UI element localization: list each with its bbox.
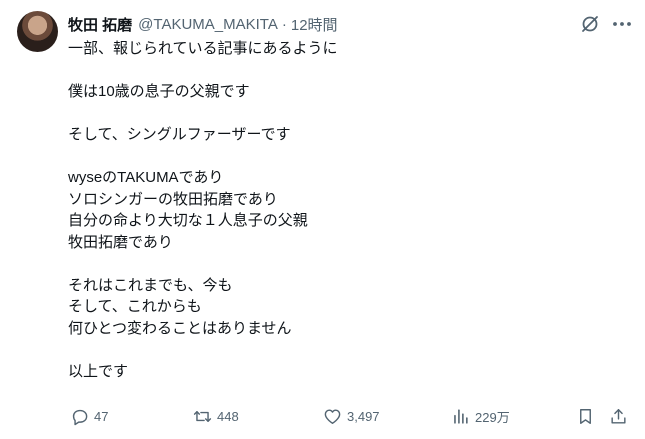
author-handle[interactable]: @TAKUMA_MAKITA [138,16,278,33]
bookmark-button[interactable] [576,405,600,427]
tweet-line: それはこれまでも、今も [68,276,233,294]
grok-icon[interactable] [580,14,600,34]
action-bar: 47 448 3,497 229万 [0,405,645,427]
views-icon [454,408,468,424]
share-button[interactable] [609,405,633,427]
retweet-count: 448 [217,408,239,424]
separator-dot: · [281,15,287,33]
views-count: 229万 [475,409,510,425]
tweet-line: ソロシンガーの牧田拓磨であり [68,190,278,208]
like-count: 3,497 [347,408,380,424]
reply-count: 47 [94,408,109,424]
tweet-line: 以上です [68,362,129,380]
retweet-icon [193,410,212,422]
tweet-line: wyseのTAKUMAであり [68,169,224,186]
heart-icon [324,408,341,424]
like-button[interactable]: 3,497 [323,405,380,427]
tweet-line: そして、シングルファーザーです [68,126,291,143]
bookmark-icon [580,408,591,424]
tweet-line: そして、これからも [68,298,202,315]
tweet-text: 一部、報じられている記事にあるように 僕は10歳の息子の父親です そして、シング… [68,38,608,382]
author-name[interactable]: 牧田 拓磨 [68,14,132,35]
tweet-line [68,60,608,82]
retweet-button[interactable]: 448 [193,405,239,427]
tweet-line: 何ひとつ変わることはありません [68,319,292,337]
share-icon [611,408,626,424]
tweet-line: 牧田拓磨であり [68,233,173,251]
tweet-line [68,146,608,168]
reply-button[interactable]: 47 [70,405,108,427]
tweet-line: 自分の命より大切な１人息子の父親 [68,212,308,229]
tweet-line: 一部、報じられている記事にあるように [68,40,338,57]
views-button[interactable]: 229万 [451,405,510,427]
tweet-line: 僕は10歳の息子の父親です [68,83,250,100]
tweet-line [68,103,608,125]
tweet-header: 牧田 拓磨 @TAKUMA_MAKITA · 12時間 [68,13,338,35]
tweet-line [68,253,608,275]
tweet-line [68,339,608,361]
reply-icon [72,409,88,425]
timestamp[interactable]: 12時間 [291,14,338,35]
more-icon[interactable] [611,14,633,34]
avatar[interactable] [17,11,58,52]
